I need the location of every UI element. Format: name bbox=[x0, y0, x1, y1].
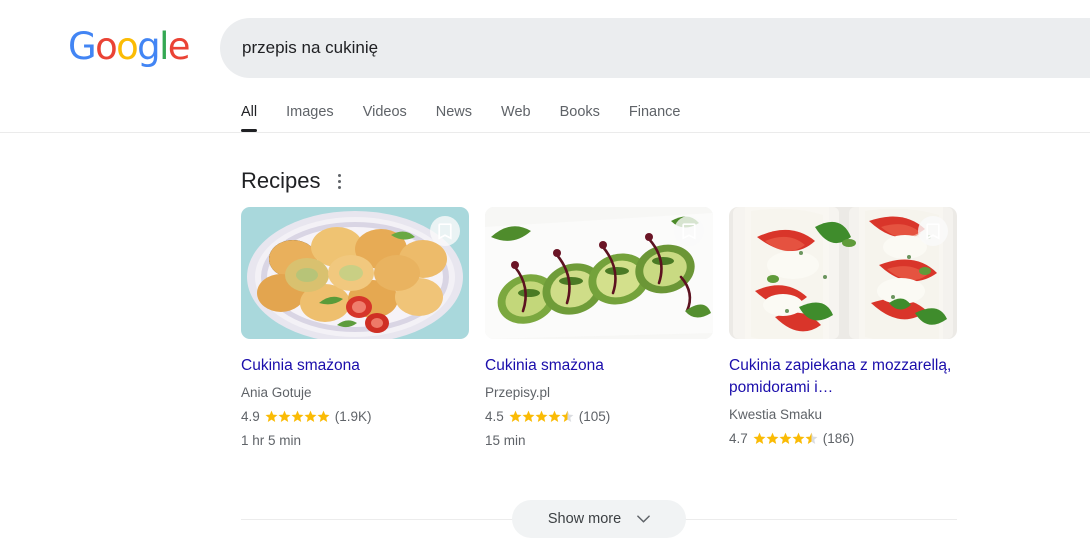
tab-books[interactable]: Books bbox=[560, 104, 600, 132]
star-rating-icons bbox=[509, 410, 574, 423]
logo-letter-o2: o bbox=[116, 25, 139, 68]
logo-letter-o1: o bbox=[95, 25, 118, 68]
star-rating-icons bbox=[753, 432, 818, 445]
recipe-title[interactable]: Cukinia smażona bbox=[241, 355, 469, 377]
bookmark-icon[interactable] bbox=[918, 216, 948, 246]
chevron-down-icon bbox=[637, 515, 650, 523]
search-box[interactable] bbox=[220, 18, 1090, 78]
recipe-source: Ania Gotuje bbox=[241, 385, 312, 400]
tab-all[interactable]: All bbox=[241, 104, 258, 132]
review-count: (186) bbox=[822, 431, 855, 446]
recipe-time: 15 min bbox=[485, 433, 526, 448]
star-rating-icons bbox=[265, 410, 330, 423]
rating-value: 4.9 bbox=[241, 409, 260, 424]
recipe-thumbnail[interactable] bbox=[485, 207, 713, 339]
show-more-label: Show more bbox=[547, 511, 622, 527]
show-more-button[interactable]: Show more bbox=[511, 500, 687, 538]
review-count: (105) bbox=[578, 409, 611, 424]
logo-letter-e: e bbox=[167, 25, 191, 68]
page-header: Google All Images Videos News Web Books … bbox=[0, 0, 1090, 133]
recipe-card-list: Cukinia smażona Ania Gotuje 4.9 (1.9K) 1… bbox=[241, 207, 957, 455]
recipe-source: Przepisy.pl bbox=[485, 385, 551, 400]
tab-images[interactable]: Images bbox=[286, 104, 334, 132]
search-input[interactable] bbox=[242, 38, 842, 58]
logo-letter-g1: G bbox=[68, 25, 97, 68]
logo-letter-l: l bbox=[159, 25, 169, 68]
section-title: Recipes bbox=[241, 168, 321, 193]
recipe-source: Kwestia Smaku bbox=[729, 407, 823, 422]
tab-web[interactable]: Web bbox=[501, 104, 531, 132]
google-logo[interactable]: Google bbox=[68, 25, 191, 68]
recipe-rating: 4.5 (105) bbox=[485, 409, 713, 424]
recipes-section-header: Recipes bbox=[241, 168, 345, 194]
bookmark-icon[interactable] bbox=[674, 216, 704, 246]
show-more-container: Show more bbox=[241, 500, 957, 538]
recipe-thumbnail[interactable] bbox=[241, 207, 469, 339]
recipe-card[interactable]: Cukinia smażona Ania Gotuje 4.9 (1.9K) 1… bbox=[241, 207, 469, 455]
more-vertical-icon[interactable] bbox=[334, 171, 345, 192]
tab-finance[interactable]: Finance bbox=[629, 104, 681, 132]
tab-videos[interactable]: Videos bbox=[363, 104, 407, 132]
recipe-title[interactable]: Cukinia zapiekana z mozzarellą, pomidora… bbox=[729, 355, 957, 399]
bookmark-icon[interactable] bbox=[430, 216, 460, 246]
recipe-rating: 4.7 (186) bbox=[729, 431, 957, 446]
recipe-card[interactable]: Cukinia zapiekana z mozzarellą, pomidora… bbox=[729, 207, 957, 455]
recipe-card[interactable]: Cukinia smażona Przepisy.pl 4.5 (105) 15… bbox=[485, 207, 713, 455]
rating-value: 4.5 bbox=[485, 409, 504, 424]
recipe-thumbnail[interactable] bbox=[729, 207, 957, 339]
recipe-rating: 4.9 (1.9K) bbox=[241, 409, 469, 424]
recipe-title[interactable]: Cukinia smażona bbox=[485, 355, 713, 377]
recipe-time: 1 hr 5 min bbox=[241, 433, 302, 448]
tab-news[interactable]: News bbox=[436, 104, 472, 132]
rating-value: 4.7 bbox=[729, 431, 748, 446]
logo-letter-g2: g bbox=[137, 25, 160, 68]
search-tabs: All Images Videos News Web Books Finance bbox=[241, 90, 681, 132]
review-count: (1.9K) bbox=[334, 409, 372, 424]
